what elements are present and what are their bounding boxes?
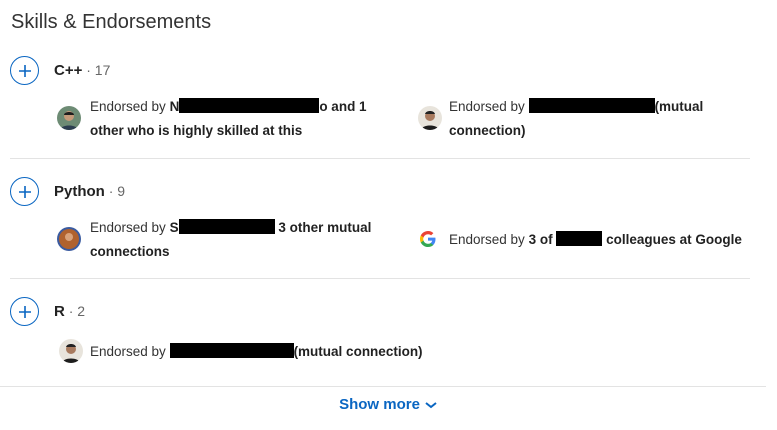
divider (10, 278, 750, 279)
chevron-down-icon (425, 402, 437, 409)
endorsement-text: Endorsed by (mutual connection) (90, 343, 423, 359)
redacted-name (528, 98, 655, 113)
colleagues-link[interactable]: 3 of colleagues at Google (529, 231, 742, 247)
endorse-skill-button[interactable] (10, 177, 39, 206)
plus-icon (18, 64, 31, 77)
redacted-name (179, 98, 320, 113)
redacted-name (556, 231, 603, 246)
endorsement-count: · 17 (82, 62, 111, 78)
endorsement-count: · 9 (104, 183, 126, 199)
endorse-skill-button[interactable] (10, 297, 39, 326)
redacted-name (169, 343, 294, 358)
avatar[interactable] (59, 339, 83, 363)
redacted-name (178, 219, 275, 234)
endorser-name[interactable]: No and 1 (170, 98, 367, 114)
skill-name[interactable]: R · 2 (54, 303, 85, 320)
endorsement-text: Endorsed by 3 of colleagues at Google (449, 231, 742, 247)
google-logo-icon (420, 231, 436, 247)
avatar[interactable] (418, 106, 442, 130)
bottom-divider (0, 386, 766, 387)
divider (10, 158, 750, 159)
plus-icon (18, 305, 31, 318)
skill-name[interactable]: Python · 9 (54, 183, 125, 200)
endorsement-count: · 2 (64, 303, 86, 319)
avatar[interactable] (57, 227, 81, 251)
endorsement-text: Endorsed by No and 1 other who is highly… (90, 98, 367, 138)
endorsement-text: Endorsed by S 3 other mutual connections (90, 219, 372, 259)
skill-name[interactable]: C++ · 17 (54, 62, 110, 79)
show-more-button[interactable]: Show more (0, 396, 777, 413)
plus-icon (18, 185, 31, 198)
avatar[interactable] (57, 106, 81, 130)
section-title: Skills & Endorsements (11, 11, 212, 33)
endorse-skill-button[interactable] (10, 56, 39, 85)
endorsement-text: Endorsed by (mutual connection) (449, 98, 704, 138)
endorser-name[interactable]: (mutual connection) (294, 344, 423, 359)
endorser-name[interactable]: S 3 other mutual (170, 219, 371, 235)
